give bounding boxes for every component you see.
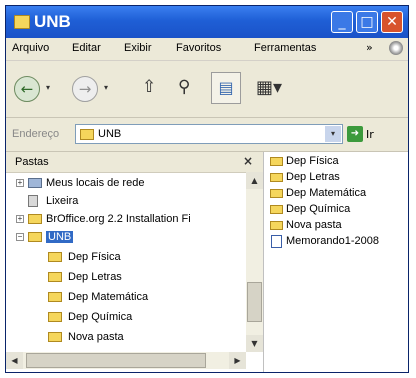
close-icon[interactable]: × — [243, 154, 253, 168]
search-icon[interactable]: ⚲ — [178, 77, 190, 97]
scroll-left-icon[interactable]: ◀ — [6, 352, 23, 369]
folder-icon — [48, 312, 62, 322]
scroll-up-icon[interactable]: ▲ — [246, 172, 263, 189]
back-button[interactable]: ← — [14, 76, 40, 102]
address-dropdown-icon[interactable]: ▾ — [325, 126, 341, 142]
tree-item-label: Dep Matemática — [68, 291, 149, 303]
toolbar: ← ▾ → ▾ ⇧ ⚲ ▤ ▦▾ — [6, 61, 408, 118]
tree-item-unb[interactable]: − UNB — [16, 229, 244, 247]
menu-overflow-icon[interactable]: » — [366, 41, 373, 54]
back-dropdown-icon[interactable]: ▾ — [46, 83, 50, 92]
folders-pane-title: Pastas — [15, 156, 49, 168]
folder-icon — [270, 157, 283, 166]
go-button[interactable]: Ir — [366, 128, 374, 141]
tree-item-dep-fisica[interactable]: Dep Física — [46, 249, 236, 267]
folder-icon — [48, 292, 62, 302]
forward-dropdown-icon[interactable]: ▾ — [104, 83, 108, 92]
tree-item-dep-quimica[interactable]: Dep Química — [46, 309, 236, 327]
file-list: Dep Física Dep Letras Dep Matemática Dep… — [268, 152, 408, 372]
collapse-icon[interactable]: − — [16, 233, 24, 241]
tree-item-dep-letras[interactable]: Dep Letras — [46, 269, 236, 287]
address-bar: Endereço UNB ▾ ➜ Ir — [6, 118, 408, 152]
folder-icon — [28, 232, 42, 242]
scroll-right-icon[interactable]: ▶ — [229, 352, 246, 369]
folder-icon — [270, 173, 283, 182]
minimize-button[interactable]: _ — [331, 11, 353, 33]
recycle-bin-icon — [28, 195, 38, 207]
tree-item-label: BrOffice.org 2.2 Installation Fi — [46, 213, 191, 225]
folder-icon — [48, 332, 62, 342]
expand-icon[interactable]: + — [16, 179, 24, 187]
forward-button[interactable]: → — [72, 76, 98, 102]
file-item-memorando[interactable]: Memorando1-2008 — [268, 234, 404, 250]
content-area: Pastas × + Meus locais de rede Lixeira +… — [6, 152, 408, 372]
folders-pane: Pastas × + Meus locais de rede Lixeira +… — [6, 152, 264, 372]
menu-editar[interactable]: Editar — [72, 42, 101, 54]
menu-arquivo[interactable]: Arquivo — [12, 42, 49, 54]
tree-item-network-places[interactable]: + Meus locais de rede — [16, 175, 244, 193]
network-places-icon — [28, 178, 42, 188]
explorer-window: UNB _ □ ✕ Arquivo Editar Exibir Favorito… — [5, 5, 409, 373]
file-item-label: Nova pasta — [286, 219, 342, 231]
file-item-label: Memorando1-2008 — [286, 235, 379, 247]
tree-item-nova-pasta[interactable]: Nova pasta — [46, 329, 236, 347]
views-icon[interactable]: ▦▾ — [256, 77, 282, 98]
folder-icon — [48, 272, 62, 282]
folder-icon — [28, 214, 42, 224]
file-item-dep-letras[interactable]: Dep Letras — [268, 170, 404, 186]
up-folder-icon[interactable]: ⇧ — [142, 77, 156, 97]
file-item-label: Dep Matemática — [286, 187, 367, 199]
tree-item-dep-matematica[interactable]: Dep Matemática — [46, 289, 236, 307]
address-value: UNB — [98, 128, 122, 140]
scroll-thumb[interactable] — [26, 353, 206, 368]
file-item-dep-matematica[interactable]: Dep Matemática — [268, 186, 404, 202]
menu-exibir[interactable]: Exibir — [124, 42, 152, 54]
horizontal-scrollbar[interactable]: ◀ ▶ — [6, 352, 246, 369]
folder-tree: + Meus locais de rede Lixeira + BrOffice… — [6, 172, 246, 352]
file-item-label: Dep Química — [286, 203, 351, 215]
tree-item-label: Dep Letras — [68, 271, 122, 283]
close-button[interactable]: ✕ — [381, 11, 403, 33]
folders-pane-header: Pastas × — [6, 152, 263, 173]
scroll-down-icon[interactable]: ▼ — [246, 335, 263, 352]
folders-button[interactable]: ▤ — [211, 72, 241, 104]
folder-icon — [270, 205, 283, 214]
window-title: UNB — [34, 12, 71, 31]
maximize-button[interactable]: □ — [356, 11, 378, 33]
folder-icon — [270, 221, 283, 230]
menu-ferramentas[interactable]: Ferramentas — [254, 42, 316, 54]
address-label: Endereço — [12, 128, 60, 140]
title-bar[interactable]: UNB _ □ ✕ — [6, 6, 408, 38]
scroll-thumb[interactable] — [247, 282, 262, 322]
file-item-dep-quimica[interactable]: Dep Química — [268, 202, 404, 218]
tree-item-label: Nova pasta — [68, 331, 124, 343]
folder-icon — [80, 129, 94, 140]
tree-item-label: Dep Química — [68, 311, 133, 323]
windows-logo-icon — [389, 41, 403, 55]
tree-item-label: Dep Física — [68, 251, 121, 263]
tree-item-label-selected: UNB — [46, 231, 74, 243]
tree-item-label: Meus locais de rede — [46, 177, 145, 189]
go-arrow-icon[interactable]: ➜ — [347, 126, 363, 142]
tree-item-recycle-bin[interactable]: Lixeira — [16, 193, 244, 211]
tree-item-label: Lixeira — [46, 195, 79, 207]
expand-icon[interactable]: + — [16, 215, 24, 223]
file-item-label: Dep Física — [286, 155, 339, 167]
menu-favoritos[interactable]: Favoritos — [176, 42, 221, 54]
address-field[interactable]: UNB ▾ — [75, 124, 343, 144]
vertical-scrollbar[interactable]: ▲ ▼ — [246, 172, 263, 352]
folder-icon — [270, 189, 283, 198]
folder-icon — [14, 15, 30, 29]
document-icon — [271, 235, 282, 248]
file-item-nova-pasta[interactable]: Nova pasta — [268, 218, 404, 234]
tree-item-broffice[interactable]: + BrOffice.org 2.2 Installation Fi — [16, 211, 244, 229]
file-item-label: Dep Letras — [286, 171, 340, 183]
file-item-dep-fisica[interactable]: Dep Física — [268, 154, 404, 170]
folder-icon — [48, 252, 62, 262]
menu-bar: Arquivo Editar Exibir Favoritos Ferramen… — [6, 38, 408, 61]
